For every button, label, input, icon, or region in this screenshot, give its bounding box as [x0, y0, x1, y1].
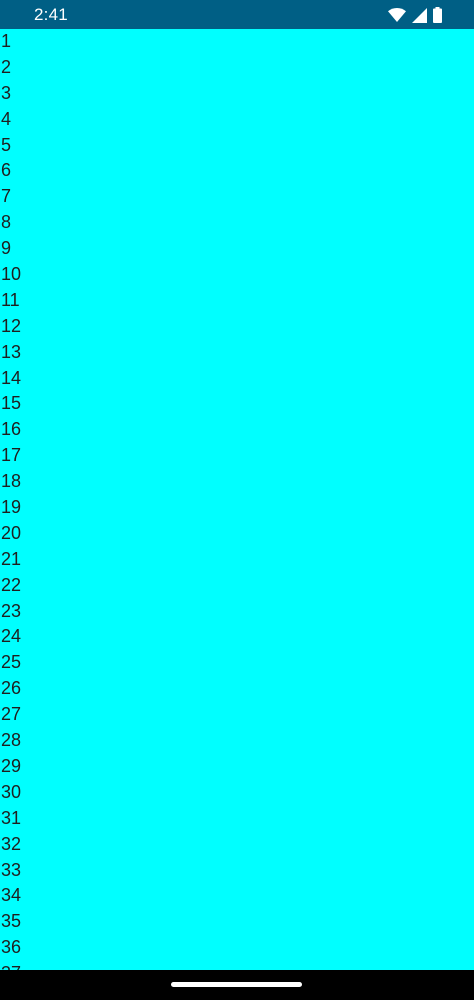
list-item: 14 [1, 367, 22, 388]
wifi-icon [388, 8, 406, 22]
list-item: 3 [1, 82, 12, 103]
list-item: 15 [1, 393, 22, 414]
number-list: 1 2 3 4 5 6 7 8 9 10 11 12 13 14 15 16 17 18 19 20 21 22 23 24 2… [0, 29, 21, 970]
list-item: 19 [1, 497, 22, 518]
list-item: 21 [1, 548, 22, 569]
list-item: 1 [1, 31, 12, 51]
list-item: 35 [1, 911, 22, 932]
status-icons [388, 7, 442, 23]
list-item: 32 [1, 833, 22, 854]
status-bar: 2:41 [0, 0, 474, 29]
list-item: 18 [1, 471, 22, 492]
list-item: 6 [1, 160, 12, 181]
list-item: 30 [1, 781, 22, 802]
list-item: 33 [1, 859, 22, 880]
list-item: 13 [1, 341, 22, 362]
list-item: 28 [1, 730, 22, 751]
list-item: 36 [1, 937, 22, 958]
list-item: 29 [1, 755, 22, 776]
list-item: 12 [1, 315, 22, 336]
list-item: 23 [1, 600, 22, 621]
status-time: 2:41 [34, 5, 68, 24]
home-indicator[interactable] [171, 982, 302, 987]
list-item: 8 [1, 212, 12, 233]
list-item: 17 [1, 445, 22, 466]
list-item: 2 [1, 56, 12, 77]
list-item: 25 [1, 652, 22, 673]
list-item: 16 [1, 419, 22, 440]
list-item: 34 [1, 885, 22, 906]
list-item: 20 [1, 522, 22, 543]
list-item: 9 [1, 238, 12, 259]
list-item: 22 [1, 574, 22, 595]
scrollable-number-list[interactable]: 1 2 3 4 5 6 7 8 9 10 11 12 13 14 15 16 17 18 19 20 21 22 23 24 2… [0, 29, 474, 970]
app-screen: 2:41 1 2 3 4 5 6 7 8 9 10 11 12 13 14 15 16 17 18 19 20 21 2 [0, 0, 474, 1000]
battery-icon [433, 7, 442, 23]
list-item: 11 [1, 289, 20, 310]
list-item: 31 [1, 807, 22, 828]
list-item: 26 [1, 678, 22, 699]
list-item: 4 [1, 108, 12, 129]
list-item: 27 [1, 704, 22, 725]
list-item: 37 [0, 961, 21, 970]
list-item: 10 [1, 264, 22, 285]
signal-icon [412, 7, 427, 23]
navigation-bar [0, 970, 474, 1000]
list-item: 7 [1, 186, 12, 207]
list-item: 24 [1, 626, 22, 647]
list-item: 5 [1, 134, 12, 155]
